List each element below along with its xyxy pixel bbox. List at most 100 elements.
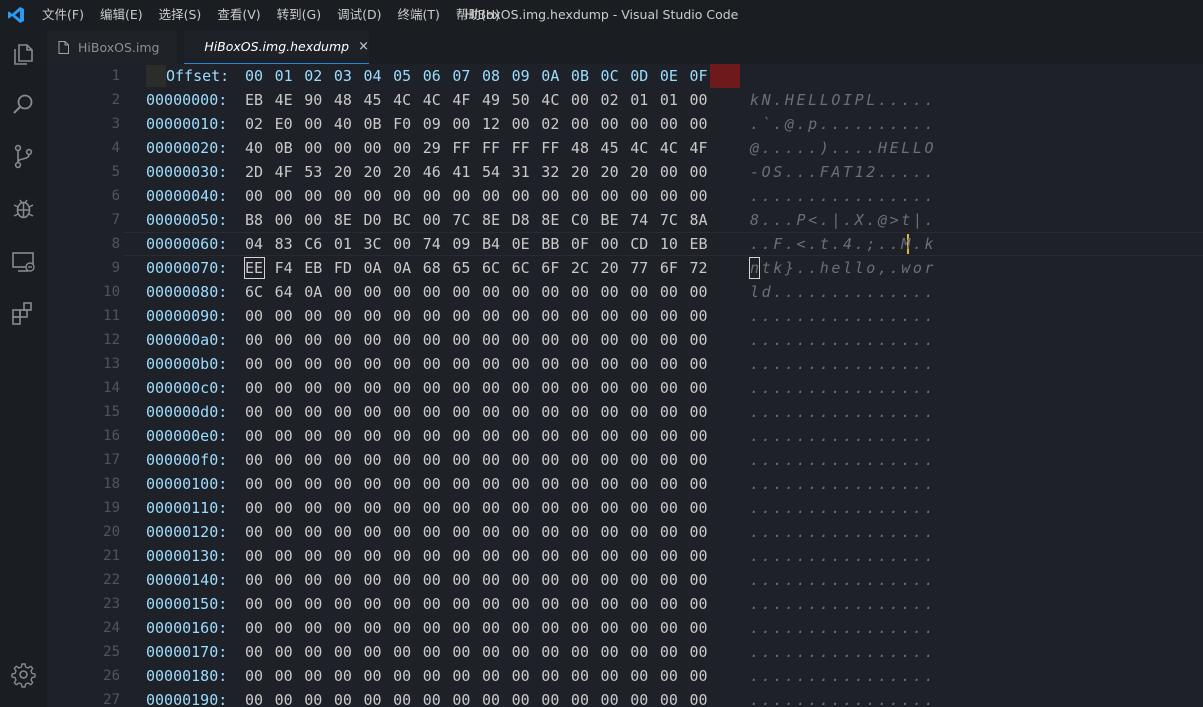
hex-byte: 00 [659, 427, 678, 445]
hex-byte: 6C [245, 283, 264, 301]
hex-byte: 4C [393, 91, 412, 109]
row-offset: 00000090: [146, 307, 228, 325]
hex-byte: 00 [570, 547, 589, 565]
explorer-icon[interactable] [10, 40, 37, 67]
debug-icon[interactable] [10, 195, 37, 222]
hex-byte: 00 [482, 643, 501, 661]
row-offset: 00000120: [146, 523, 228, 541]
hex-byte: 00 [570, 643, 589, 661]
hex-byte: 00 [482, 283, 501, 301]
ascii-column: ................ [750, 499, 937, 517]
hex-byte: 00 [689, 283, 708, 301]
row-offset: 000000a0: [146, 331, 228, 349]
search-icon[interactable] [10, 91, 37, 118]
hex-byte: 00 [511, 331, 530, 349]
ascii-column: ................ [750, 595, 937, 613]
menu-item[interactable]: 文件(F) [34, 0, 92, 30]
hex-byte: 00 [422, 307, 441, 325]
hex-byte: 00 [659, 547, 678, 565]
hex-byte: 00 [689, 355, 708, 373]
column-header: 0A [541, 67, 560, 85]
hex-byte: 00 [482, 499, 501, 517]
hex-byte: 00 [333, 523, 352, 541]
hex-byte: 00 [659, 403, 678, 421]
hex-byte: 20 [363, 163, 382, 181]
hex-byte: 12 [482, 115, 501, 133]
menu-item[interactable]: 编辑(E) [92, 0, 151, 30]
hex-byte: 00 [245, 643, 264, 661]
hex-byte: 0A [363, 259, 382, 277]
hex-byte: 00 [630, 355, 649, 373]
hex-row: 24 00000160: 00 00 00 00 00 00 00 00 00 00 00 00 00 00 0… [47, 616, 1203, 640]
hex-byte: 00 [541, 691, 560, 707]
vscode-logo-icon[interactable] [7, 6, 25, 24]
menu-item[interactable]: 转到(G) [269, 0, 329, 30]
hex-byte: 00 [541, 187, 560, 205]
hexdump-editor[interactable]: 1 Offset: 00 01 02 03 04 05 06 07 08 09 0A 0B 0C 0D 0E 0F… [47, 64, 1203, 707]
hex-byte: 31 [511, 163, 530, 181]
ascii-column: 8...P<.|.X.@>t|. [750, 211, 937, 229]
line-number: 22 [103, 572, 120, 588]
hex-byte: 00 [659, 187, 678, 205]
hex-byte: 4F [274, 163, 293, 181]
hex-byte: 0E [511, 235, 530, 253]
tab-label: HiBoxOS.img [78, 39, 160, 55]
hex-byte: 00 [304, 211, 323, 229]
hex-byte: 65 [452, 259, 471, 277]
source-control-icon[interactable] [10, 143, 37, 170]
hex-byte: 00 [630, 523, 649, 541]
hex-byte: 00 [689, 547, 708, 565]
hex-byte: 20 [393, 163, 412, 181]
hex-byte: 00 [511, 307, 530, 325]
tab-hiboxos-img-hexdump[interactable]: HiBoxOS.img.hexdump × [184, 30, 369, 64]
ascii-column: ................ [750, 355, 937, 373]
hex-byte: FF [482, 139, 501, 157]
row-offset: 000000b0: [146, 355, 228, 373]
hex-byte: 00 [422, 355, 441, 373]
hex-byte: 00 [274, 691, 293, 707]
column-header: 08 [482, 67, 501, 85]
hex-byte: 4F [452, 91, 471, 109]
hex-byte: 00 [363, 427, 382, 445]
hex-byte: 00 [245, 475, 264, 493]
hex-byte: 00 [304, 571, 323, 589]
hex-byte: 00 [304, 307, 323, 325]
hex-byte: 6F [541, 259, 560, 277]
hex-byte: 00 [630, 667, 649, 685]
hex-row: 6 00000040: 00 00 00 00 00 00 00 00 00 00 00 00 00 00 00… [47, 184, 1203, 208]
close-icon[interactable]: × [358, 39, 369, 54]
hex-byte: 00 [333, 379, 352, 397]
hex-byte: 01 [630, 91, 649, 109]
hex-byte: 00 [304, 355, 323, 373]
remote-explorer-icon[interactable] [10, 248, 37, 275]
hex-byte: 00 [422, 187, 441, 205]
row-offset: 00000110: [146, 499, 228, 517]
hex-byte: 00 [393, 547, 412, 565]
hex-byte: 00 [422, 643, 441, 661]
line-number: 2 [111, 92, 120, 108]
hex-byte: 00 [570, 427, 589, 445]
menu-item[interactable]: 选择(S) [151, 0, 210, 30]
hex-byte: 00 [333, 643, 352, 661]
hex-byte: 00 [452, 667, 471, 685]
hex-byte: 00 [600, 235, 619, 253]
extensions-icon[interactable] [10, 300, 37, 327]
hex-byte: 00 [393, 187, 412, 205]
hex-byte: 4C [541, 91, 560, 109]
ascii-column: ................ [750, 667, 937, 685]
settings-gear-icon[interactable] [10, 661, 37, 688]
column-header: 05 [393, 67, 412, 85]
menu-item[interactable]: 终端(T) [389, 0, 447, 30]
menu-item[interactable]: 帮助(H) [448, 0, 508, 30]
tab-hiboxos-img[interactable]: HiBoxOS.img [47, 30, 177, 64]
hex-byte: 10 [659, 235, 678, 253]
hex-byte: 00 [274, 595, 293, 613]
hex-byte: 00 [659, 355, 678, 373]
hex-byte: 00 [630, 619, 649, 637]
menu-item[interactable]: 调试(D) [329, 0, 389, 30]
hex-row: 17 000000f0: 00 00 00 00 00 00 00 00 00 00 00 00 00 00 0… [47, 448, 1203, 472]
ascii-column: ................ [750, 427, 937, 445]
hex-row: 14 000000c0: 00 00 00 00 00 00 00 00 00 00 00 00 00 00 0… [47, 376, 1203, 400]
ascii-column: ..F.<.t.4.;..M.k [750, 235, 937, 253]
menu-item[interactable]: 查看(V) [209, 0, 268, 30]
